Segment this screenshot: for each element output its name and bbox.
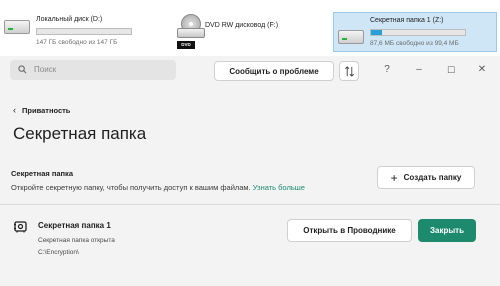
close-folder-button[interactable]: Закрыть	[418, 219, 476, 242]
search-icon	[18, 65, 27, 74]
sort-button[interactable]	[339, 61, 359, 81]
sort-icon	[344, 65, 354, 77]
drive-usage-fill	[371, 30, 383, 35]
folder-path: C:\Encryption\	[38, 249, 79, 256]
title-bar: Поиск Сообщить о проблеме ? – ☐ ✕	[0, 56, 500, 86]
folder-status: Секретная папка открыта	[38, 237, 115, 244]
create-folder-label: Создать папку	[403, 173, 462, 182]
vault-icon	[14, 221, 27, 233]
section-description: Откройте секретную папку, чтобы получить…	[11, 183, 305, 192]
drive-name: DVD RW дисковод (F:)	[205, 22, 279, 29]
drive-usage-bar	[36, 28, 132, 35]
drives-bar: Локальный диск (D:) 147 ГБ свободно из 1…	[0, 0, 500, 56]
description-text: Откройте секретную папку, чтобы получить…	[11, 183, 251, 192]
dvd-drive-icon: DVD	[177, 14, 207, 52]
back-label: Приватность	[22, 105, 71, 115]
open-in-explorer-button[interactable]: Открыть в Проводнике	[287, 219, 412, 242]
drive-free-space: 147 ГБ свободно из 147 ГБ	[36, 39, 118, 46]
app-window: Поиск Сообщить о проблеме ? – ☐ ✕ ‹ Прив…	[0, 56, 500, 286]
drive-z[interactable]: Секретная папка 1 (Z:) 87,6 МБ свободно …	[333, 12, 497, 52]
search-placeholder: Поиск	[34, 65, 57, 74]
minimize-button[interactable]: –	[411, 64, 427, 76]
divider	[0, 204, 500, 205]
plus-icon: +	[390, 170, 398, 185]
report-problem-button[interactable]: Сообщить о проблеме	[214, 61, 334, 81]
hard-drive-icon	[338, 30, 364, 44]
chevron-left-icon: ‹	[13, 105, 16, 115]
create-folder-button[interactable]: + Создать папку	[377, 166, 475, 189]
drive-name: Локальный диск (D:)	[36, 16, 103, 23]
learn-more-link[interactable]: Узнать больше	[253, 183, 305, 192]
maximize-button[interactable]: ☐	[443, 64, 459, 76]
back-link[interactable]: ‹ Приватность	[13, 105, 70, 115]
drive-free-space: 87,6 МБ свободно из 99,4 МБ	[370, 40, 459, 47]
drive-name: Секретная папка 1 (Z:)	[370, 17, 444, 24]
drive-f[interactable]: DVD DVD RW дисковод (F:)	[175, 10, 315, 52]
close-window-button[interactable]: ✕	[474, 64, 490, 76]
page-title: Секретная папка	[13, 124, 147, 143]
hard-drive-icon	[4, 20, 30, 34]
folder-name: Секретная папка 1	[38, 221, 111, 230]
drive-usage-bar	[370, 29, 466, 36]
section-title: Секретная папка	[11, 169, 73, 178]
help-button[interactable]: ?	[379, 64, 395, 76]
drive-d[interactable]: Локальный диск (D:) 147 ГБ свободно из 1…	[4, 12, 154, 54]
search-input[interactable]: Поиск	[10, 60, 176, 80]
